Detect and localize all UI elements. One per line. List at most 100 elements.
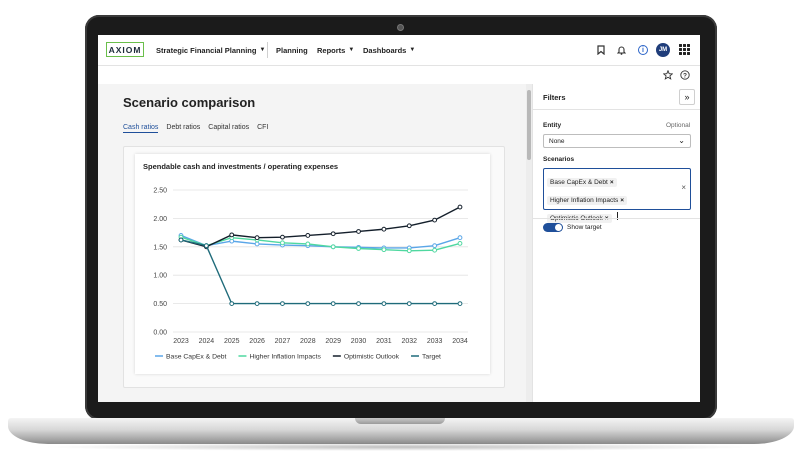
chart-panel: 2.50 2.00 1.50 1.00 0.50 0.00 2023 2024 2025 2026… — [135, 154, 490, 374]
toggle-knob — [555, 224, 562, 231]
x-tick-label: 2030 — [351, 338, 367, 345]
y-tick-label: 1.50 — [153, 244, 167, 251]
main-content: Scenario comparison Cash ratios Debt rat… — [98, 84, 526, 402]
chevron-down-icon: ⌄ — [678, 136, 685, 145]
show-target-toggle[interactable] — [543, 223, 563, 232]
data-point — [254, 301, 260, 307]
user-avatar[interactable]: JM — [656, 43, 670, 57]
product-menu-label: Strategic Financial Planning — [156, 45, 257, 55]
data-point — [381, 247, 387, 253]
chevron-down-icon: ▼ — [348, 47, 355, 53]
data-point — [280, 234, 285, 240]
laptop-notch — [355, 418, 445, 424]
tab-cash-ratios[interactable]: Cash ratios — [123, 124, 159, 133]
axiom-logo[interactable]: AXIOM — [106, 42, 144, 57]
nav-dashboards[interactable]: Dashboards ▼ — [363, 35, 415, 65]
filters-panel: Filters » Entity Optional None ⌄ Scenari… — [532, 84, 700, 402]
x-tick-label: 2025 — [224, 338, 240, 345]
data-point — [356, 246, 361, 251]
app-screen: AXIOM Strategic Financial Planning ▼ Pla… — [98, 35, 700, 402]
y-tick-label: 0.50 — [153, 301, 167, 308]
data-point — [406, 248, 412, 254]
data-point — [280, 301, 285, 307]
data-point — [381, 226, 387, 232]
data-point — [178, 237, 184, 243]
data-point — [457, 301, 463, 307]
x-tick-label: 2031 — [376, 338, 392, 345]
scrollbar-thumb[interactable] — [527, 90, 531, 160]
scenario-chip-label: Higher Inflation Impacts — [550, 197, 619, 204]
scenario-chip[interactable]: Base CapEx & Debt × — [547, 178, 617, 187]
ratio-tabs: Cash ratios Debt ratios Capital ratios C… — [123, 124, 268, 133]
data-point — [457, 235, 463, 241]
bookmark-icon[interactable] — [597, 45, 605, 55]
help-icon[interactable]: ? — [680, 70, 690, 80]
entity-label: Entity — [543, 122, 562, 129]
app-launcher-grid-icon[interactable] — [679, 44, 690, 55]
series-line — [180, 239, 460, 305]
tab-cfi[interactable]: CFI — [257, 124, 268, 133]
data-point — [203, 243, 209, 249]
webcam — [397, 24, 404, 31]
nav-planning[interactable]: Planning — [276, 35, 308, 65]
data-point — [305, 241, 311, 247]
filters-title: Filters — [543, 93, 566, 102]
data-point — [330, 244, 336, 250]
collapse-panel-button[interactable]: » — [679, 89, 695, 105]
entity-select-value: None — [549, 138, 565, 145]
nav-reports[interactable]: Reports ▼ — [317, 35, 354, 65]
y-tick-label: 1.00 — [153, 273, 167, 280]
data-point — [406, 301, 412, 307]
product-menu[interactable]: Strategic Financial Planning ▼ — [156, 35, 265, 65]
data-point — [356, 229, 361, 234]
legend-label: Base CapEx & Debt — [166, 354, 227, 361]
data-point — [406, 223, 412, 229]
data-point — [305, 301, 311, 307]
star-icon[interactable] — [663, 70, 673, 80]
nav-dashboards-label: Dashboards — [363, 45, 407, 55]
page-toolbar: ? — [98, 66, 700, 84]
remove-chip-icon[interactable]: × — [610, 179, 614, 186]
svg-text:?: ? — [683, 72, 687, 79]
scenario-chip[interactable]: Higher Inflation Impacts × — [547, 196, 628, 205]
y-tick-label: 0.00 — [153, 330, 167, 337]
x-tick-label: 2026 — [249, 338, 265, 345]
data-point — [229, 232, 235, 238]
chart-title: Spendable cash and investments / operati… — [143, 162, 339, 171]
data-point — [381, 301, 387, 307]
panel-divider — [533, 218, 700, 219]
x-tick-label: 2033 — [427, 338, 443, 345]
info-icon[interactable]: i — [638, 45, 648, 55]
data-point — [280, 240, 285, 246]
chevron-down-icon: ▼ — [409, 47, 416, 53]
data-point — [432, 247, 438, 253]
data-point — [330, 231, 336, 237]
legend-label: Target — [422, 354, 441, 361]
line-chart: 2.50 2.00 1.50 1.00 0.50 0.00 2023 2024 2025 2026… — [153, 188, 468, 361]
x-tick-label: 2032 — [401, 338, 417, 345]
scenarios-label: Scenarios — [543, 156, 575, 163]
data-point — [356, 301, 361, 307]
bell-icon[interactable] — [617, 45, 626, 55]
remove-chip-icon[interactable]: × — [620, 197, 624, 204]
clear-all-icon[interactable]: × — [681, 183, 686, 192]
data-point — [305, 233, 311, 238]
data-point — [432, 301, 438, 307]
data-point — [330, 301, 336, 307]
x-tick-label: 2034 — [452, 338, 468, 345]
legend-label: Optimistic Outlook — [344, 354, 400, 361]
nav-divider — [267, 42, 268, 58]
data-point — [432, 243, 438, 249]
data-point — [254, 235, 260, 241]
entity-select[interactable]: None ⌄ — [543, 134, 691, 148]
x-tick-label: 2029 — [325, 338, 341, 345]
data-point — [457, 204, 463, 210]
x-tick-label: 2027 — [275, 338, 291, 345]
data-point — [254, 241, 260, 247]
scenarios-multiselect[interactable]: Base CapEx & Debt × Higher Inflation Impa… — [543, 168, 691, 223]
panel-divider — [533, 109, 700, 110]
tab-debt-ratios[interactable]: Debt ratios — [166, 124, 200, 133]
laptop-shadow — [40, 443, 760, 451]
tab-capital-ratios[interactable]: Capital ratios — [208, 124, 249, 133]
x-tick-label: 2023 — [173, 338, 189, 345]
